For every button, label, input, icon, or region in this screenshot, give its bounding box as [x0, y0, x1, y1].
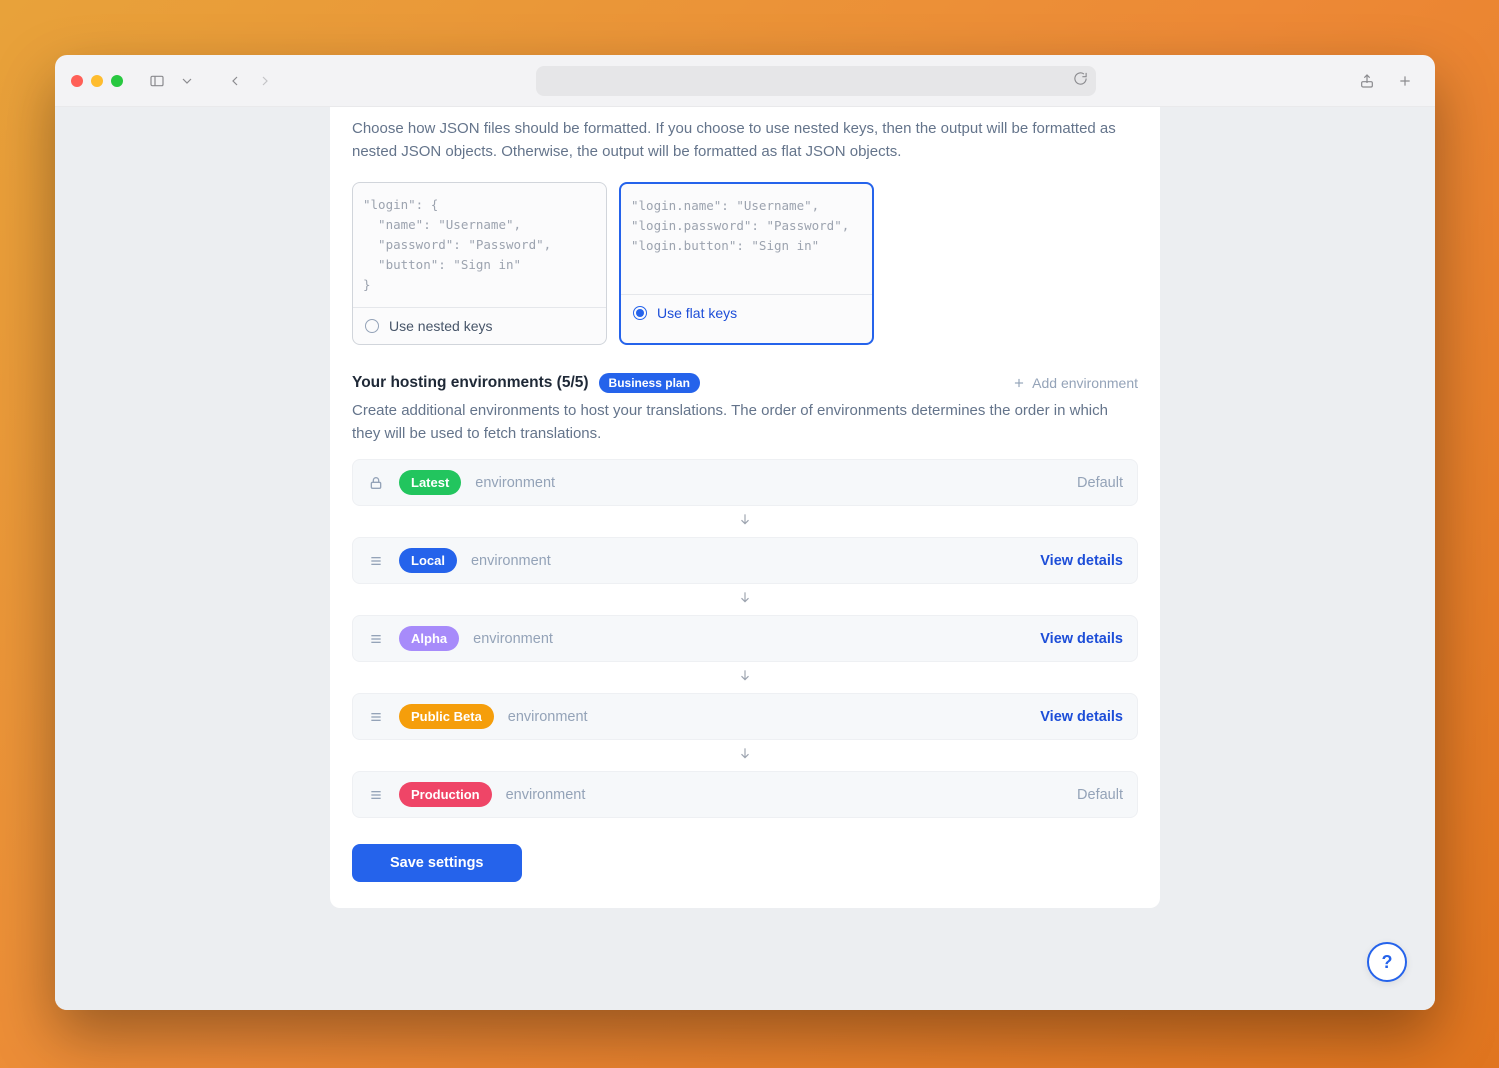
env-drag-handle[interactable] — [367, 631, 385, 647]
env-type-label: environment — [475, 475, 555, 491]
environment-row: Local environment View details — [352, 537, 1138, 584]
share-button[interactable] — [1353, 69, 1381, 93]
window-controls — [71, 75, 123, 87]
nav-back-button[interactable] — [221, 69, 249, 93]
env-type-label: environment — [506, 787, 586, 803]
arrow-down-icon — [738, 512, 752, 526]
zoom-window-button[interactable] — [111, 75, 123, 87]
env-name-pill: Alpha — [399, 626, 459, 651]
add-environment-button[interactable]: Add environment — [1012, 375, 1138, 391]
json-format-description: Choose how JSON files should be formatte… — [352, 117, 1138, 164]
help-button[interactable]: ? — [1367, 942, 1407, 982]
env-locked-indicator — [367, 475, 385, 491]
env-name-pill: Latest — [399, 470, 461, 495]
json-format-options: "login": { "name": "Username", "password… — [352, 182, 1138, 345]
nav-forward-button[interactable] — [251, 69, 279, 93]
tab-group-dropdown[interactable] — [173, 69, 201, 93]
sidebar-toggle-button[interactable] — [143, 69, 171, 93]
env-order-arrow — [352, 740, 1138, 771]
settings-card: Choose how JSON files should be formatte… — [330, 107, 1160, 908]
env-type-label: environment — [473, 631, 553, 647]
option-nested-keys[interactable]: "login": { "name": "Username", "password… — [352, 182, 607, 345]
save-settings-button[interactable]: Save settings — [352, 844, 522, 882]
env-view-details-link[interactable]: View details — [1040, 709, 1123, 725]
nested-label: Use nested keys — [389, 318, 493, 334]
arrow-down-icon — [738, 668, 752, 682]
plus-icon — [1012, 376, 1026, 390]
minimize-window-button[interactable] — [91, 75, 103, 87]
close-window-button[interactable] — [71, 75, 83, 87]
drag-handle-icon — [368, 553, 384, 569]
env-order-arrow — [352, 662, 1138, 693]
browser-window: Choose how JSON files should be formatte… — [55, 55, 1435, 1010]
drag-handle-icon — [368, 709, 384, 725]
hosting-title: Your hosting environments (5/5) — [352, 374, 589, 392]
env-drag-handle[interactable] — [367, 787, 385, 803]
radio-flat[interactable] — [633, 306, 647, 320]
plan-badge: Business plan — [599, 373, 700, 393]
environment-row: Production environment Default — [352, 771, 1138, 818]
new-tab-button[interactable] — [1391, 69, 1419, 93]
titlebar — [55, 55, 1435, 107]
question-mark-icon: ? — [1382, 952, 1393, 973]
env-name-pill: Local — [399, 548, 457, 573]
flat-label: Use flat keys — [657, 305, 737, 321]
env-order-arrow — [352, 506, 1138, 537]
flat-code-preview: "login.name": "Username", "login.passwor… — [621, 184, 872, 294]
hosting-section-header: Your hosting environments (5/5) Business… — [352, 373, 1138, 393]
environment-list: Latest environment Default Local environment… — [352, 459, 1138, 818]
env-default-badge: Default — [1077, 475, 1123, 491]
environment-row: Latest environment Default — [352, 459, 1138, 506]
page-content: Choose how JSON files should be formatte… — [55, 107, 1435, 1010]
lock-icon — [368, 475, 384, 491]
hosting-description: Create additional environments to host y… — [352, 399, 1138, 446]
env-view-details-link[interactable]: View details — [1040, 553, 1123, 569]
env-drag-handle[interactable] — [367, 553, 385, 569]
env-default-badge: Default — [1077, 787, 1123, 803]
address-bar[interactable] — [536, 66, 1096, 96]
option-flat-keys[interactable]: "login.name": "Username", "login.passwor… — [619, 182, 874, 345]
drag-handle-icon — [368, 787, 384, 803]
arrow-down-icon — [738, 590, 752, 604]
environment-row: Public Beta environment View details — [352, 693, 1138, 740]
env-drag-handle[interactable] — [367, 709, 385, 725]
env-type-label: environment — [471, 553, 551, 569]
reload-icon[interactable] — [1073, 71, 1088, 91]
env-name-pill: Production — [399, 782, 492, 807]
environment-row: Alpha environment View details — [352, 615, 1138, 662]
drag-handle-icon — [368, 631, 384, 647]
arrow-down-icon — [738, 746, 752, 760]
env-view-details-link[interactable]: View details — [1040, 631, 1123, 647]
env-type-label: environment — [508, 709, 588, 725]
env-order-arrow — [352, 584, 1138, 615]
nested-code-preview: "login": { "name": "Username", "password… — [353, 183, 606, 307]
radio-nested[interactable] — [365, 319, 379, 333]
env-name-pill: Public Beta — [399, 704, 494, 729]
